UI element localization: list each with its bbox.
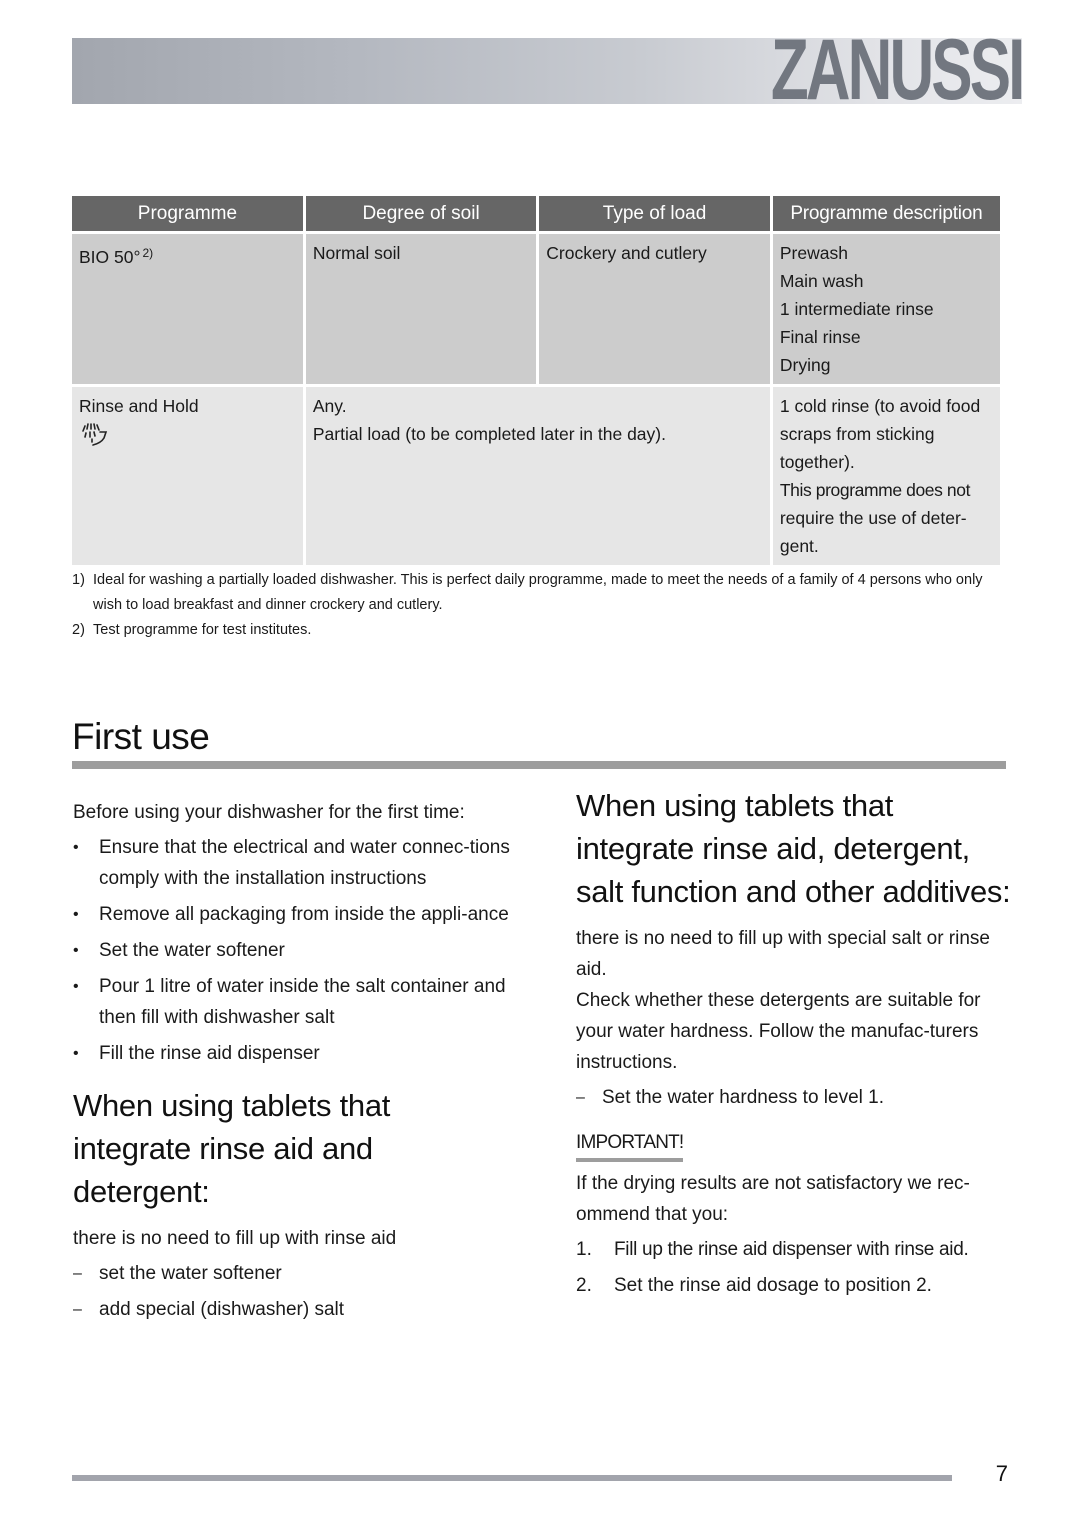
step-number: 2.	[576, 1275, 592, 1296]
important-text: If the drying results are not satisfacto…	[576, 1173, 970, 1225]
footnote-text: Test programme for test institutes.	[93, 622, 312, 638]
description-cell: 1 cold rinse (to avoid food scraps from …	[772, 384, 1000, 565]
description-line: together).	[779, 452, 855, 472]
list-item: • Pour 1 litre of water inside the salt c…	[73, 971, 513, 1033]
load-cell: Crockery and cutlery	[539, 234, 770, 384]
description-line: Drying	[779, 355, 831, 375]
dash-icon: –	[73, 1301, 82, 1318]
column-header-type-of-load: Type of load	[539, 196, 770, 234]
description-line: require the use of deter-	[779, 508, 967, 528]
list-item-text: add special (dishwasher) salt	[99, 1299, 345, 1320]
description-line: This programme does not	[779, 480, 971, 500]
programme-name: BIO 50°	[79, 247, 141, 267]
intro-text: Before using your dishwasher for the fir…	[73, 802, 465, 823]
footer-divider	[72, 1475, 952, 1481]
section-divider	[72, 761, 1006, 769]
dash-list: – Set the water hardness to level 1.	[576, 1082, 1016, 1113]
list-item: 1. Fill up the rinse aid dispenser with r…	[576, 1234, 1016, 1265]
column-header-programme: Programme	[72, 196, 303, 234]
bullet-icon: •	[73, 1045, 79, 1062]
dash-list: – set the water softener – add special (di…	[73, 1258, 513, 1325]
programme-cell: BIO 50° 2)	[72, 234, 303, 384]
list-item: • Remove all packaging from inside the ap…	[73, 899, 513, 930]
list-item: 2. Set the rinse aid dosage to position 2…	[576, 1270, 1016, 1301]
description-line: 1 intermediate rinse	[779, 299, 934, 319]
list-item: – set the water softener	[73, 1258, 513, 1289]
step-number: 1.	[576, 1239, 592, 1260]
table-row: Rinse and Hold Any. Partial load (to be …	[72, 384, 1000, 565]
list-item-text: Remove all packaging from inside the app…	[99, 904, 509, 925]
description-line: Final rinse	[779, 327, 861, 347]
soil-text: Any.	[312, 396, 347, 416]
bullet-icon: •	[73, 906, 79, 923]
footnote-text: Ideal for washing a partially loaded dis…	[93, 572, 983, 613]
list-item-text: Set the rinse aid dosage to position 2.	[614, 1275, 932, 1296]
bullet-icon: •	[73, 942, 79, 959]
list-item-text: Set the water softener	[99, 940, 285, 961]
section-title: First use	[72, 716, 210, 757]
left-column: Before using your dishwasher for the fir…	[73, 797, 513, 1330]
footnote-number: 1)	[72, 572, 85, 588]
list-item: • Fill the rinse aid dispenser	[73, 1038, 513, 1069]
soil-and-load-cell: Any. Partial load (to be completed later…	[305, 384, 770, 565]
list-item: – add special (dishwasher) salt	[73, 1294, 513, 1325]
list-item-text: Pour 1 litre of water inside the salt co…	[99, 976, 506, 1028]
sub-intro-text: there is no need to fill up with rinse a…	[73, 1228, 397, 1249]
description-line: 1 cold rinse (to avoid food	[779, 396, 981, 416]
programme-name: Rinse and Hold	[79, 396, 199, 416]
description-line: gent.	[779, 536, 819, 556]
description-cell: Prewash Main wash 1 intermediate rinse F…	[772, 234, 1000, 384]
table-row: BIO 50° 2) Normal soil Crockery and cutle…	[72, 234, 1000, 384]
list-item-text: Set the water hardness to level 1.	[602, 1087, 884, 1108]
page-number: 7	[995, 1461, 1008, 1486]
paragraph: Check whether these detergents are suita…	[576, 990, 981, 1073]
dash-icon: –	[576, 1089, 585, 1106]
subheading-rinse-aid-detergent: When using tablets that integrate rinse …	[73, 1088, 391, 1209]
list-item-text: Fill up the rinse aid dispenser with rin…	[614, 1239, 969, 1260]
list-item-text: set the water softener	[99, 1263, 282, 1284]
table-footnotes: 1) Ideal for washing a partially loaded …	[72, 568, 1012, 643]
list-item: • Set the water softener	[73, 935, 513, 966]
right-column: When using tablets that integrate rinse …	[576, 784, 1016, 1306]
first-use-checklist: • Ensure that the electrical and water co…	[73, 832, 513, 1069]
programme-table: Programme Degree of soil Type of load Pr…	[69, 196, 1003, 565]
footnote-number: 2)	[72, 622, 85, 638]
load-text: Partial load (to be completed later in t…	[312, 424, 666, 444]
description-line: Main wash	[779, 271, 864, 291]
rinse-and-hold-icon	[82, 423, 108, 446]
bullet-icon: •	[73, 839, 79, 856]
footnote: 1) Ideal for washing a partially loaded …	[72, 568, 1012, 618]
column-header-programme-description: Programme description	[772, 196, 1000, 234]
list-item-text: Fill the rinse aid dispenser	[99, 1043, 320, 1064]
steps-list: 1. Fill up the rinse aid dispenser with r…	[576, 1234, 1016, 1301]
programme-cell: Rinse and Hold	[72, 384, 303, 565]
brand-logo: ZANUSSI	[770, 22, 1025, 118]
footnote-ref: 2)	[142, 246, 154, 260]
paragraph: there is no need to fill up with special…	[576, 928, 990, 980]
important-label: IMPORTANT!	[576, 1130, 684, 1162]
list-item: • Ensure that the electrical and water co…	[73, 832, 513, 894]
soil-cell: Normal soil	[305, 234, 537, 384]
bullet-icon: •	[73, 978, 79, 995]
list-item: – Set the water hardness to level 1.	[576, 1082, 1016, 1113]
footnote: 2) Test programme for test institutes.	[72, 618, 1012, 643]
column-header-degree-of-soil: Degree of soil	[305, 196, 537, 234]
list-item-text: Ensure that the electrical and water con…	[99, 837, 510, 889]
table-header-row: Programme Degree of soil Type of load Pr…	[72, 196, 1000, 234]
description-line: Prewash	[779, 243, 848, 263]
description-line: scraps from sticking	[779, 424, 935, 444]
dash-icon: –	[73, 1265, 82, 1282]
subheading-multi-function-tablets: When using tablets that integrate rinse …	[576, 788, 1011, 909]
